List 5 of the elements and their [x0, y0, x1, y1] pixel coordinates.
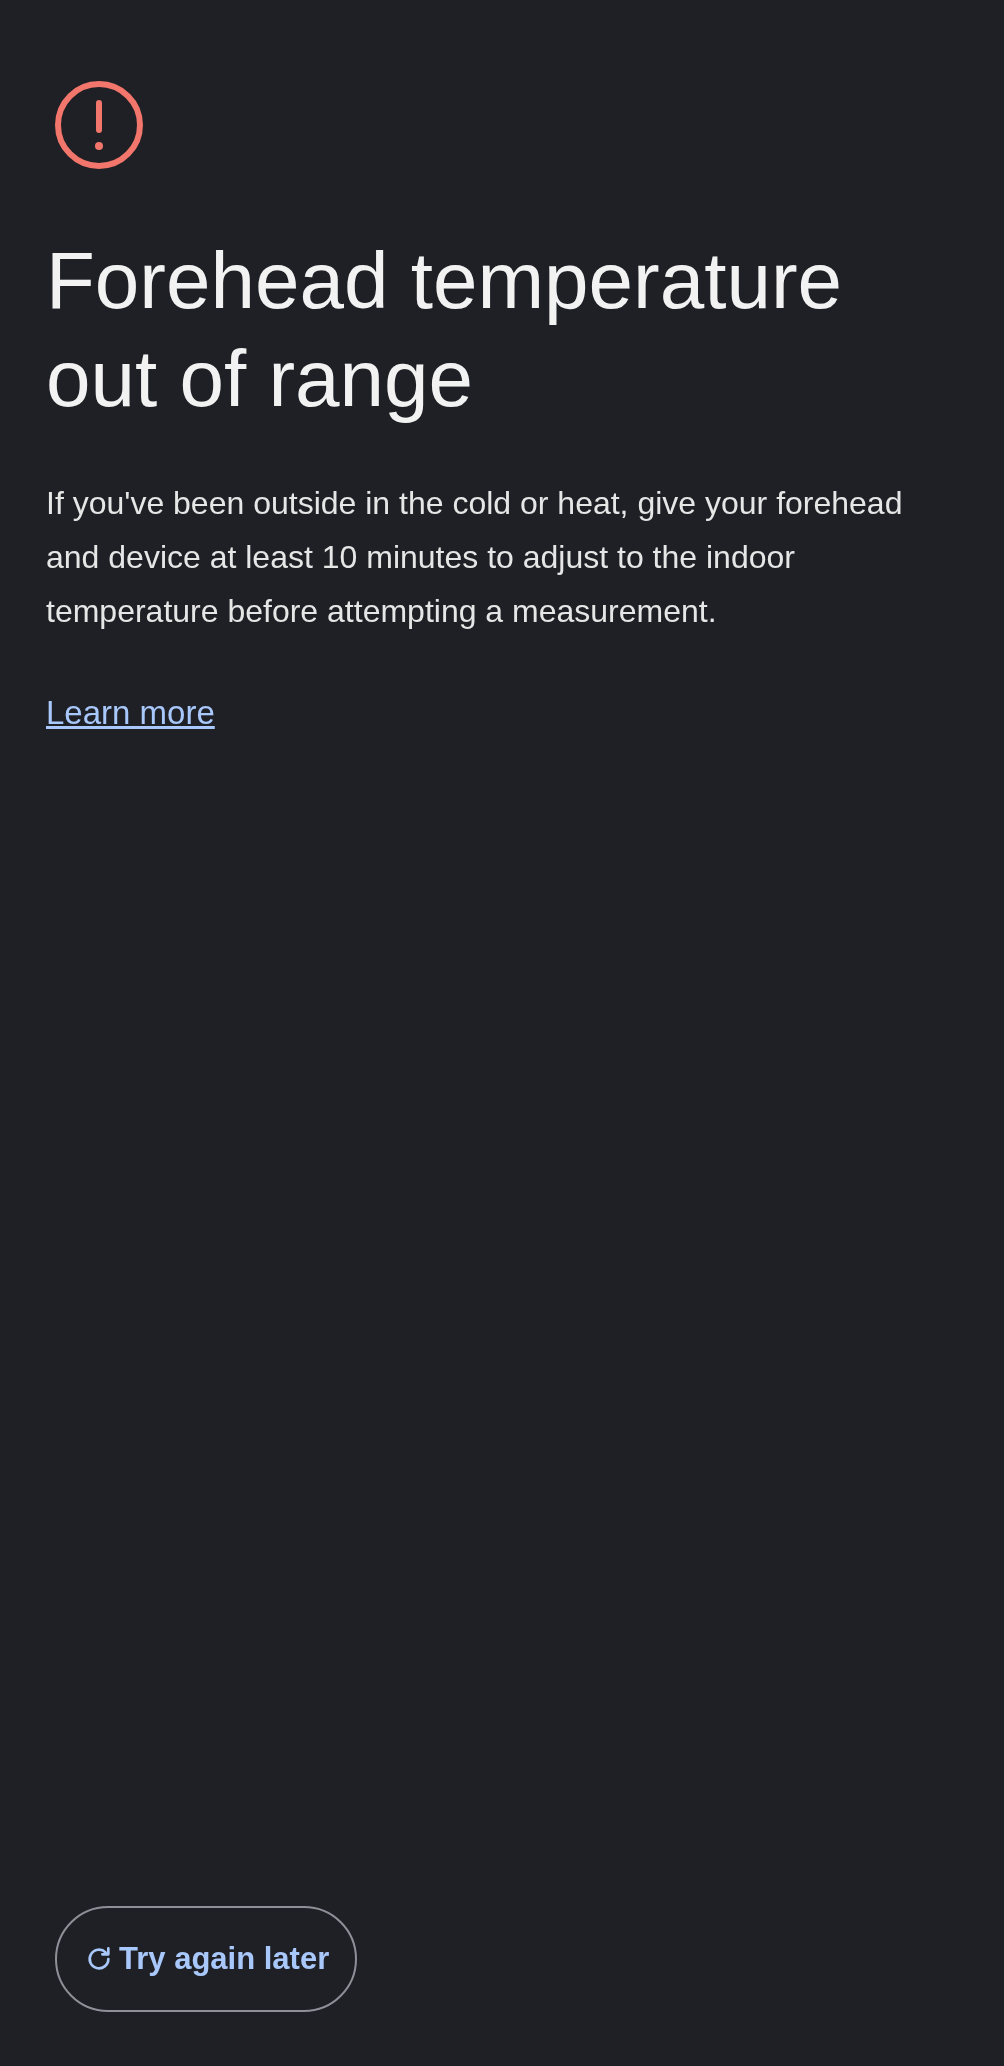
learn-more-link[interactable]: Learn more — [46, 694, 215, 732]
alert-icon — [54, 80, 144, 170]
message-text: If you've been outside in the cold or heat, give your forehead and device at least 10 minutes to adjust to the indoor temperature before attempting a measurement. — [46, 484, 904, 631]
heading: Forehead temperature out of range — [46, 235, 843, 425]
try-again-button[interactable]: Try again later — [55, 1906, 358, 2012]
